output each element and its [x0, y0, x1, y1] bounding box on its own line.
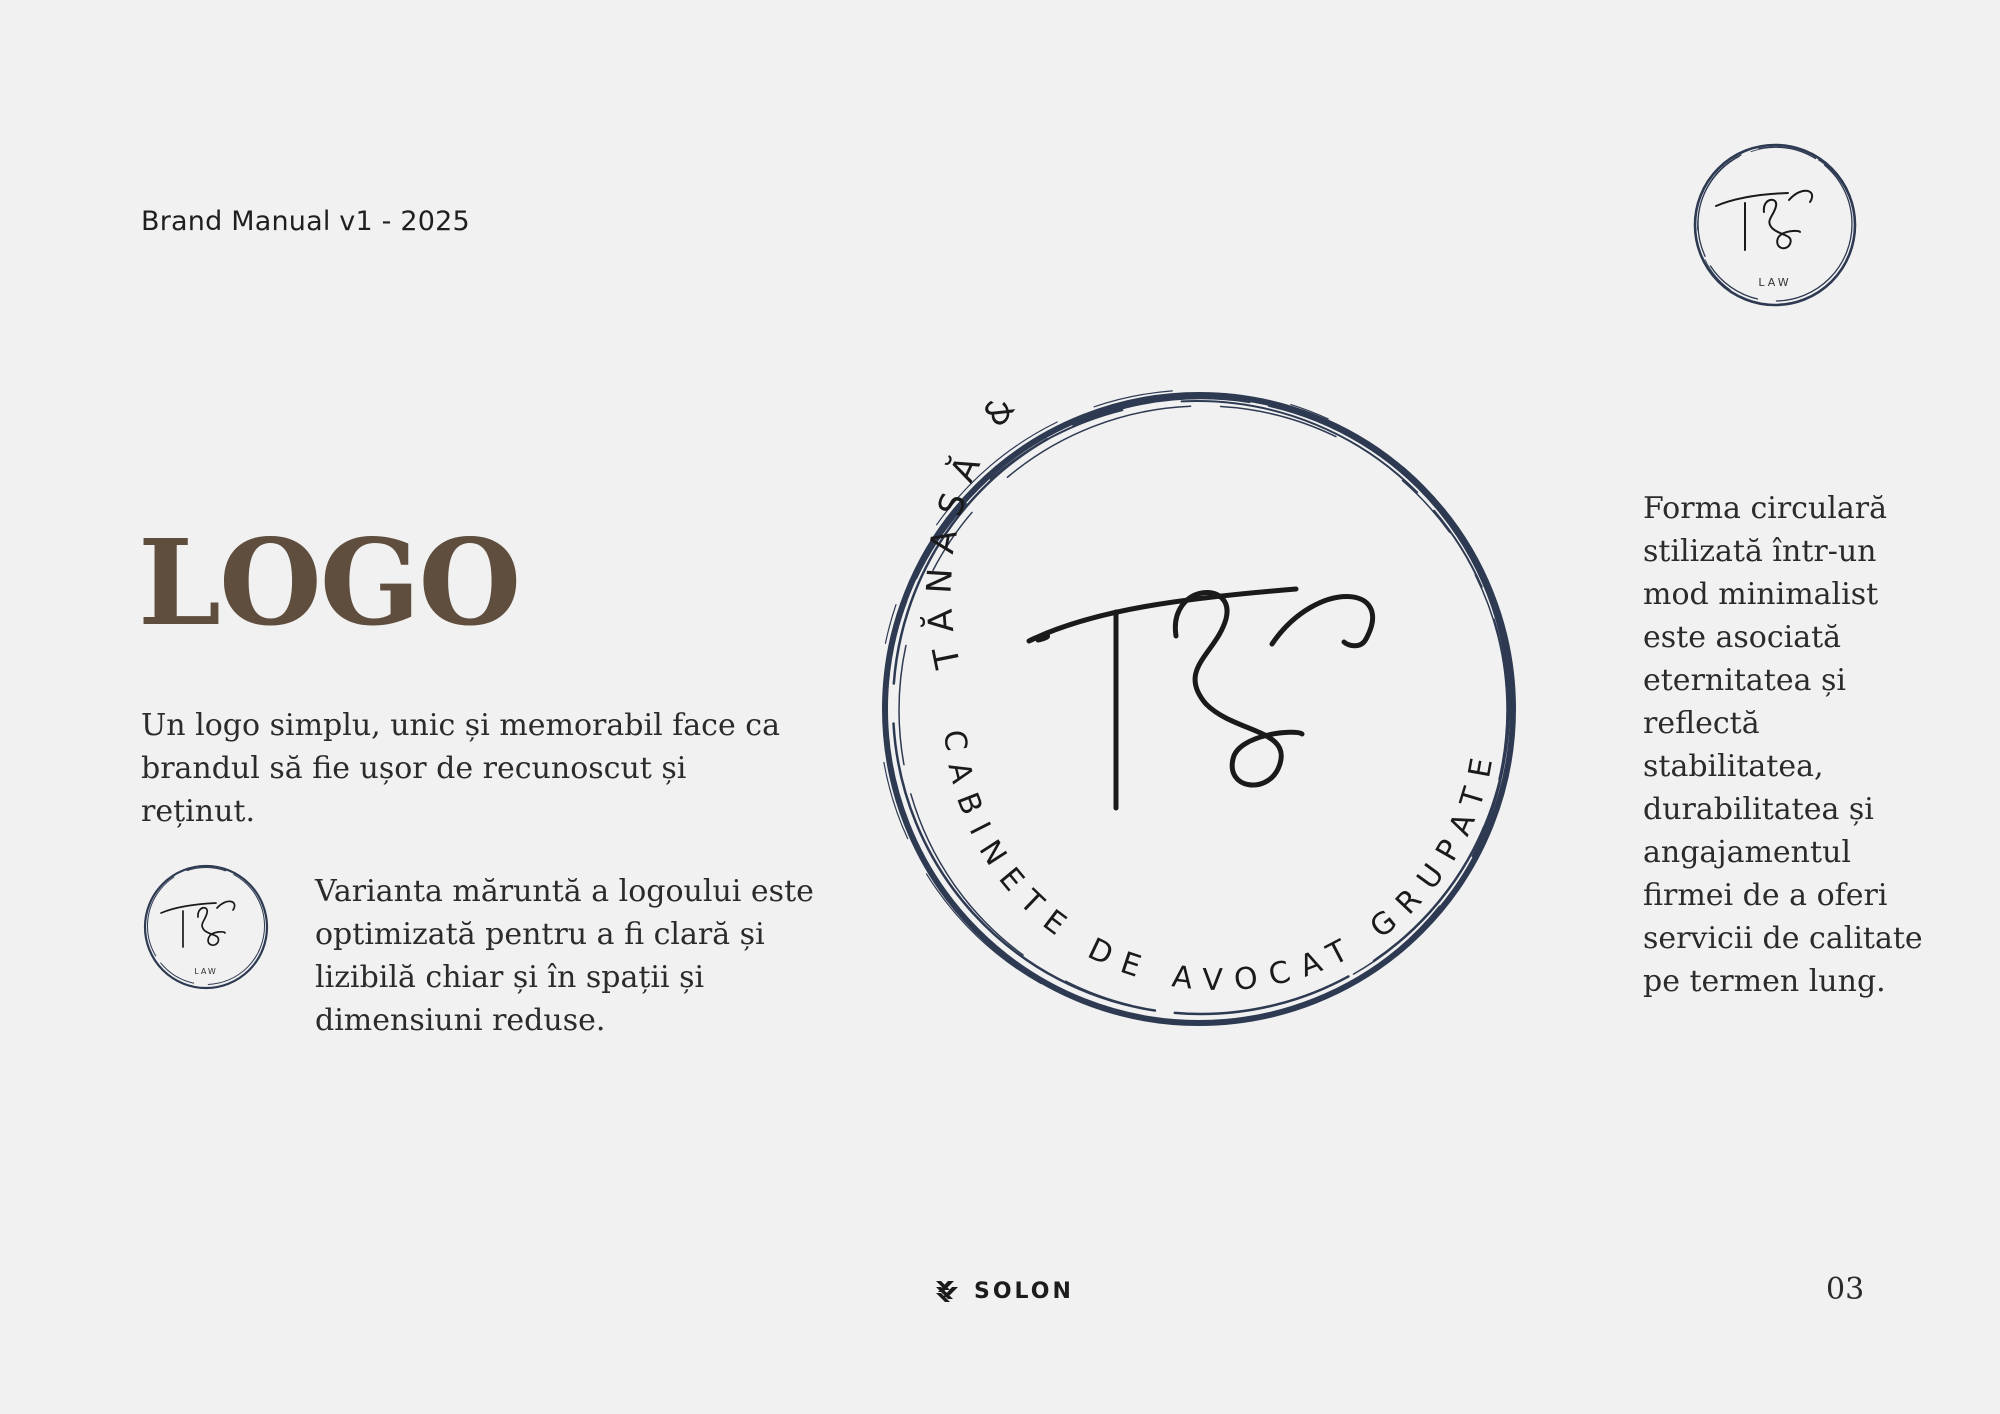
logo-top-arc-text: TĂNASĂ & SINESCU — [919, 384, 1256, 673]
solon-logo-icon — [936, 1280, 958, 1302]
small-logo-header: LAW — [1693, 143, 1857, 307]
svg-text:CABINETE DE AVOCAT GRUPATE: CABINETE DE AVOCAT GRUPATE — [936, 728, 1502, 998]
small-logo-caption: LAW — [1758, 276, 1791, 289]
circular-form-description: Forma circulară stilizată într-un mod mi… — [1643, 491, 1923, 999]
page-title: LOGO — [138, 513, 521, 652]
footer-brand: SOLON — [936, 1279, 1074, 1304]
logo-bottom-arc-text: CABINETE DE AVOCAT GRUPATE — [936, 728, 1489, 998]
ts-monogram-icon — [1026, 586, 1375, 811]
small-logo-variant-caption: LAW — [194, 967, 218, 976]
svg-text:TĂNASĂ & SINESCU: TĂNASĂ & SINESCU — [919, 384, 1270, 673]
main-logo: TĂNASĂ & SINESCU CABINETE DE AVOCAT GRUP… — [878, 384, 1516, 1026]
small-logo-variant: LAW — [143, 864, 269, 990]
page-number: 03 — [1826, 1272, 1865, 1307]
footer-brand-name: SOLON — [974, 1279, 1074, 1304]
brand-manual-label: Brand Manual v1 - 2025 — [141, 206, 470, 237]
small-logo-description: Varianta măruntă a logoului este optimiz… — [315, 874, 814, 1038]
intro-paragraph: Un logo simplu, unic și memorabil face c… — [141, 708, 780, 829]
